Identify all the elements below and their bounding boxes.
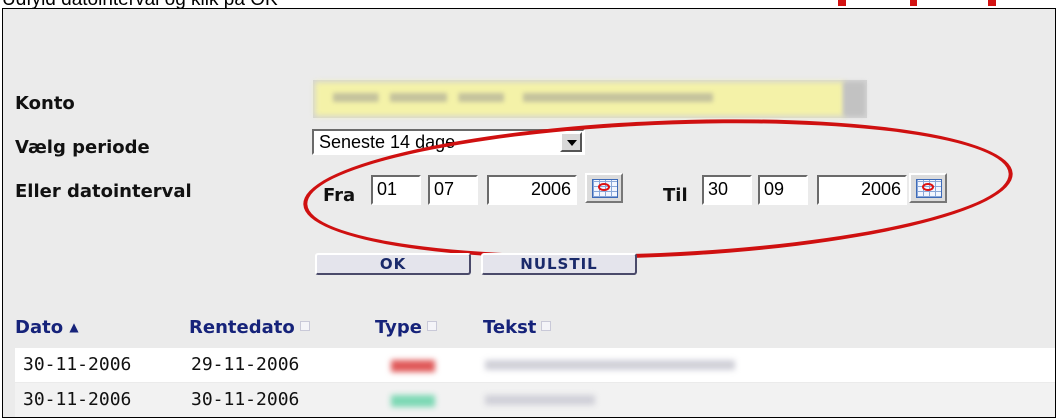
text-blurred — [485, 360, 735, 370]
cell-rentedato: 29-11-2006 — [191, 354, 300, 375]
column-header-tekst-label: Tekst — [483, 317, 537, 338]
text-blurred — [485, 395, 595, 405]
reset-button[interactable]: NULSTIL — [481, 253, 637, 275]
period-label: Vælg periode — [15, 137, 150, 158]
sort-icon[interactable] — [426, 321, 437, 331]
table-row[interactable]: 30-11-2006 30-11-2006 — [15, 383, 1055, 417]
column-header-type[interactable]: Type — [375, 317, 437, 338]
sort-ascending-icon: ▲ — [69, 320, 79, 334]
account-select[interactable] — [313, 80, 867, 118]
account-dropdown-button[interactable] — [843, 82, 865, 116]
caption-red-mark — [838, 0, 846, 6]
type-badge-blurred — [391, 395, 435, 407]
column-header-rentedato-label: Rentedato — [189, 317, 295, 338]
column-header-rentedato[interactable]: Rentedato — [189, 317, 310, 338]
ok-button[interactable]: OK — [315, 253, 471, 275]
type-badge-blurred — [391, 360, 435, 372]
cell-dato: 30-11-2006 — [23, 389, 132, 410]
column-header-dato[interactable]: Dato ▲ — [15, 317, 79, 338]
column-header-dato-label: Dato — [15, 317, 64, 338]
account-text-blurred — [333, 93, 713, 102]
account-label: Konto — [15, 93, 75, 114]
sort-icon[interactable] — [299, 321, 310, 331]
bank-statement-panel: Konto Vælg periode Seneste 14 dage Eller… — [2, 8, 1056, 418]
column-header-tekst[interactable]: Tekst — [483, 317, 552, 338]
caption-red-mark — [988, 0, 996, 6]
sort-icon[interactable] — [541, 321, 552, 331]
table-row[interactable]: 30-11-2006 29-11-2006 — [15, 348, 1055, 382]
cell-rentedato: 30-11-2006 — [191, 389, 300, 410]
caption-red-mark — [910, 0, 917, 6]
column-header-type-label: Type — [375, 317, 422, 338]
cell-dato: 30-11-2006 — [23, 354, 132, 375]
interval-label: Eller datointerval — [15, 181, 192, 202]
